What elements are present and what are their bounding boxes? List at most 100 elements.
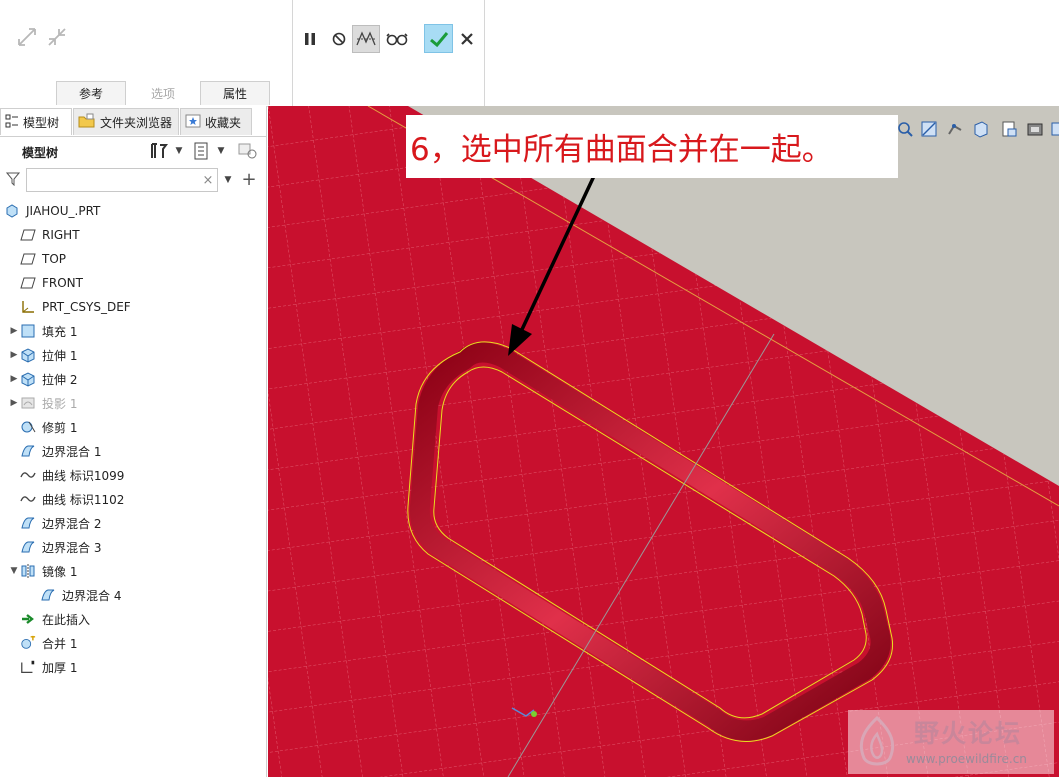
tree-item-label: FRONT	[42, 276, 83, 290]
tab-options: 选项	[128, 81, 198, 105]
tree-item[interactable]: 曲线 标识1099	[8, 464, 124, 486]
tree-item-label: TOP	[42, 252, 67, 266]
tree-item-label: 填充 1	[42, 324, 78, 339]
datum-plane-icon	[20, 251, 36, 267]
tree-item-label: 曲线 标识1102	[42, 492, 125, 507]
tree-item[interactable]: 边界混合 4	[28, 584, 121, 606]
clear-search-icon[interactable]: ×	[200, 172, 216, 188]
trim-icon	[20, 419, 36, 435]
add-filter-icon[interactable]: +	[240, 169, 258, 190]
tree-item-label: 合并 1	[42, 636, 78, 651]
tree-item[interactable]: 在此插入	[8, 608, 90, 630]
tab-favorites[interactable]: 收藏夹	[180, 108, 252, 135]
extrude-icon	[20, 371, 36, 387]
tree-item[interactable]: 合并 1	[8, 632, 77, 654]
tab-folder-browser[interactable]: 文件夹浏览器	[73, 108, 179, 135]
cancel-x-icon[interactable]	[456, 28, 478, 50]
tree-item-label: 投影 1	[42, 396, 78, 411]
tree-item-label: 修剪 1	[42, 420, 78, 435]
pause-icon[interactable]	[300, 28, 320, 50]
chevron-down-icon[interactable]: ▼	[222, 172, 234, 188]
tree-item[interactable]: ▶ 填充 1	[8, 320, 77, 342]
insert-here-arrow-icon	[20, 611, 36, 627]
verify-geometry-icon[interactable]	[352, 25, 380, 53]
saved-views-icon[interactable]	[972, 120, 990, 138]
navigator-panel: 模型树 文件夹浏览器 收藏夹 模型树 ▼ ▼ × ▼ + JIAHOU_.PRT…	[0, 106, 267, 777]
tree-item[interactable]: FRONT	[8, 272, 83, 294]
tree-settings-icon[interactable]	[148, 140, 170, 162]
tree-item[interactable]: 边界混合 2	[8, 512, 101, 534]
no-preview-icon[interactable]	[328, 28, 350, 50]
boundary-blend-icon	[40, 587, 56, 603]
reorient-icon[interactable]	[946, 120, 964, 138]
tree-item[interactable]: 修剪 1	[8, 416, 77, 438]
watermark: 野火论坛 www.proewildfire.cn	[848, 710, 1054, 774]
tree-item[interactable]: 曲线 标识1102	[8, 488, 124, 510]
datum-plane-icon	[20, 227, 36, 243]
expand-icon[interactable]: ▶	[8, 326, 20, 336]
flame-logo-icon	[859, 715, 895, 766]
tree-item[interactable]: TOP	[8, 248, 66, 270]
model-viewport[interactable]	[268, 106, 1059, 777]
spin-center-icon[interactable]	[1050, 120, 1059, 138]
tree-item-label: 镜像 1	[42, 564, 78, 579]
tree-item-label: RIGHT	[42, 228, 80, 242]
tree-item[interactable]: RIGHT	[8, 224, 80, 246]
expand-icon[interactable]: ▶	[8, 374, 20, 384]
tree-search-input[interactable]	[26, 168, 218, 192]
chevron-down-icon[interactable]: ▼	[214, 140, 228, 162]
tree-item[interactable]: 边界混合 1	[8, 440, 101, 462]
ok-checkmark-icon[interactable]	[424, 24, 453, 53]
tab-properties[interactable]: 属性	[200, 81, 270, 105]
tree-item-label: 曲线 标识1099	[42, 468, 125, 483]
dashboard-divider	[484, 0, 485, 106]
watermark-title: 野火论坛	[914, 719, 1023, 748]
tree-item-label: 边界混合 4	[62, 588, 122, 603]
tree-toolbar: 模型树 ▼ ▼	[0, 140, 266, 164]
boundary-blend-icon	[20, 515, 36, 531]
expand-icon[interactable]: ▶	[8, 350, 20, 360]
tree-filter-settings-icon[interactable]	[236, 140, 260, 162]
watermark-url: www.proewildfire.cn	[906, 752, 1027, 766]
annotation-callout: 6，选中所有曲面合并在一起。	[406, 115, 898, 178]
glasses-preview-icon[interactable]	[384, 28, 410, 50]
tree-item[interactable]: ▶ 拉伸 1	[8, 344, 77, 366]
display-style-icon[interactable]	[1026, 120, 1044, 138]
datum-plane-icon	[20, 275, 36, 291]
tree-item-label: 边界混合 1	[42, 444, 102, 459]
maximize-icon[interactable]	[16, 26, 38, 48]
zoom-in-icon[interactable]	[896, 120, 914, 138]
tree-item-label: 拉伸 1	[42, 348, 78, 363]
tree-item[interactable]: ▶ 投影 1	[8, 392, 78, 414]
tree-item[interactable]: 边界混合 3	[8, 536, 101, 558]
mirror-icon	[20, 563, 36, 579]
favorites-icon	[185, 113, 201, 132]
chevron-down-icon[interactable]: ▼	[172, 140, 186, 162]
collapse-icon[interactable]: ▼	[8, 566, 20, 576]
expand-icon[interactable]: ▶	[8, 398, 20, 408]
model-tree-title: 模型树	[22, 146, 59, 160]
tree-item[interactable]: ▶ 拉伸 2	[8, 368, 77, 390]
show-list-icon[interactable]	[190, 140, 212, 162]
tree-item[interactable]: ▼ 镜像 1	[8, 560, 77, 582]
tree-filter-row: × ▼ +	[0, 166, 266, 194]
tree-item[interactable]: 加厚 1	[8, 656, 77, 678]
graphics-window[interactable]	[268, 106, 1059, 777]
thicken-icon	[20, 659, 36, 675]
boundary-blend-icon	[20, 539, 36, 555]
tab-references[interactable]: 参考	[56, 81, 126, 105]
model-tree-icon	[5, 114, 19, 131]
refit-icon[interactable]	[920, 120, 938, 138]
tree-item-label: 拉伸 2	[42, 372, 78, 387]
tab-model-tree[interactable]: 模型树	[0, 108, 72, 135]
view-manager-icon[interactable]	[1000, 120, 1018, 138]
tree-item-label: 边界混合 3	[42, 540, 102, 555]
part-icon	[4, 203, 20, 219]
boundary-blend-icon	[20, 443, 36, 459]
minimize-icon[interactable]	[46, 26, 68, 48]
tree-item[interactable]: JIAHOU_.PRT	[4, 200, 100, 222]
extrude-icon	[20, 347, 36, 363]
funnel-filter-icon[interactable]	[4, 170, 22, 188]
tree-item[interactable]: PRT_CSYS_DEF	[8, 296, 131, 318]
coordinate-system-icon	[20, 299, 36, 315]
